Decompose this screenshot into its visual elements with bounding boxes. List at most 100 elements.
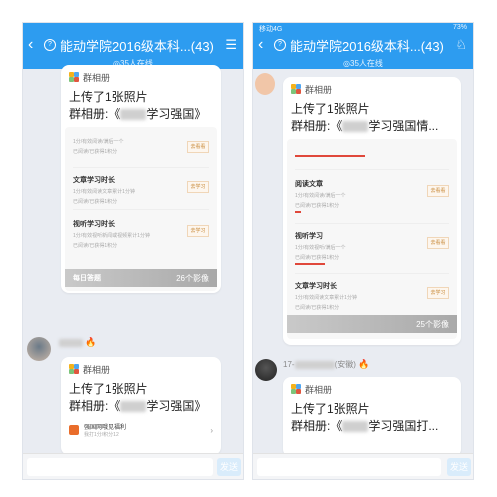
divider (295, 169, 449, 170)
album-icon (291, 84, 301, 94)
album-name-prefix: 群相册:《 (291, 119, 343, 133)
send-button[interactable]: 发送 (447, 458, 471, 476)
input-bar: 发送 (23, 453, 243, 479)
photo-thumbnail[interactable]: 1分/有效阅读/满后一个 已阅读/已获得1积分 去看看 文章学习时长 1分/有效… (65, 127, 217, 291)
menu-icon[interactable]: ☰ (223, 37, 237, 53)
redacted-name (59, 338, 83, 347)
task-button: 去看看 (427, 237, 449, 249)
redacted-text (120, 109, 147, 121)
avatar[interactable] (27, 337, 51, 361)
album-name-suffix: 学习强国打... (368, 419, 439, 433)
album-name-prefix: 群相册:《 (291, 419, 343, 433)
progress-bar (295, 263, 325, 265)
chat-title: 能动学院2016级本科...(43) (290, 38, 444, 54)
divider (295, 273, 449, 274)
message-input[interactable] (257, 458, 441, 476)
album-name: 群相册:《 学习强国情... (291, 118, 438, 134)
album-header: 群相册 (291, 81, 332, 97)
album-share-card[interactable]: 群相册 上传了1张照片 群相册:《 学习强国打... (283, 377, 461, 457)
divider (73, 167, 209, 168)
task-status: 已阅读/已获得1积分 (295, 203, 340, 209)
album-header: 群相册 (291, 381, 332, 397)
redacted-text (342, 421, 369, 433)
thumbnail-footer: 25个影像 (287, 315, 457, 333)
task-row: 阅读文章 1分/有效阅读/满后一个 已阅读/已获得1积分 去看看 (295, 179, 449, 209)
progress-bar (295, 211, 301, 213)
chat-header: ‹ ? 能动学院2016级本科...(43) ☰ ◎35人在线 (23, 23, 243, 69)
task-status: 已阅读/已获得1积分 (73, 243, 118, 249)
album-label: 群相册 (83, 72, 111, 83)
album-name: 群相册:《 学习强国》 (69, 106, 206, 122)
album-name: 群相册:《 学习强国》 (69, 398, 206, 414)
task-button: 去学习 (187, 181, 209, 193)
album-name-prefix: 群相册:《 (69, 107, 121, 121)
task-status: 已阅读/已获得1积分 (295, 305, 340, 311)
avatar[interactable] (255, 73, 275, 95)
task-status: 已阅读/已获得1积分 (73, 199, 118, 205)
right-phone-screen: 移动4G 73% ‹ ? 能动学院2016级本科...(43) ♘ ◎35人在线 (252, 22, 474, 480)
back-arrow-icon[interactable]: ‹ (28, 37, 42, 53)
album-header: 群相册 (69, 361, 110, 377)
task-title: 文章学习时长 (295, 281, 337, 290)
fire-icon: 🔥 (358, 359, 370, 369)
input-bar: 发送 (253, 453, 473, 479)
upload-message: 上传了1张照片 (291, 102, 370, 116)
album-header: 群相册 (69, 69, 110, 85)
album-name-suffix: 学习强国》 (146, 107, 207, 121)
album-name-suffix: 学习强国》 (146, 399, 207, 413)
preview-title: 强国网哦见福利 (84, 424, 127, 431)
album-share-card[interactable]: 群相册 上传了1张照片 群相册:《 学习强国》 强国网哦见福利 我打1分/积分12… (61, 357, 221, 455)
redacted-text (342, 121, 369, 133)
album-icon (69, 72, 79, 82)
task-desc: 1分/有效阅读/满后一个 (295, 193, 346, 199)
group-icon: ? (44, 39, 56, 51)
task-row: 视听学习时长 1分/有效视听新闻或视频累计1分钟 已阅读/已获得1积分 去学习 (73, 219, 209, 249)
sender-name: 17- (安徽) 🔥 (283, 359, 369, 370)
chat-header: 移动4G 73% ‹ ? 能动学院2016级本科...(43) ♘ ◎35人在线 (253, 23, 473, 69)
sender-name: 🔥 (59, 337, 96, 348)
thumbnail-footer: 每日答题 26个影像 (65, 269, 217, 287)
send-button[interactable]: 发送 (217, 458, 241, 476)
online-count: ◎35人在线 (343, 59, 383, 68)
task-row: 文章学习时长 1分/有效阅读文章累计1分钟 已阅读/已获得1积分 去学习 (295, 281, 449, 311)
task-button: 去学习 (187, 225, 209, 237)
image-count: 25个影像 (416, 320, 449, 329)
photo-thumbnail[interactable]: 阅读文章 1分/有效阅读/满后一个 已阅读/已获得1积分 去看看 视听学习 1分… (287, 139, 457, 339)
upload-message: 上传了1张照片 (69, 90, 148, 104)
message-input[interactable] (27, 458, 213, 476)
album-label: 群相册 (305, 384, 333, 395)
task-desc: 1分/有效视听/满后一个 (295, 245, 346, 251)
avatar[interactable] (255, 359, 277, 381)
album-name: 群相册:《 学习强国打... (291, 418, 438, 434)
divider (295, 223, 449, 224)
sender-location: (安徽) (334, 360, 356, 369)
album-label: 群相册 (83, 364, 111, 375)
upload-message: 上传了1张照片 (291, 402, 370, 416)
album-icon (291, 384, 301, 394)
divider (73, 209, 209, 210)
footer-label: 每日答题 (73, 275, 101, 282)
fire-icon: 🔥 (85, 337, 97, 347)
progress-bar (295, 155, 365, 157)
chat-title: 能动学院2016级本科...(43) (60, 38, 214, 54)
task-row: 文章学习时长 1分/有效阅读文章累计1分钟 已阅读/已获得1积分 去学习 (73, 175, 209, 205)
task-button: 去学习 (427, 287, 449, 299)
chevron-right-icon: › (210, 425, 213, 435)
left-phone-screen: ‹ ? 能动学院2016级本科...(43) ☰ ◎35人在线 群相册 上传了1… (22, 22, 244, 480)
task-status: 已阅读/已获得1积分 (295, 255, 340, 261)
redacted-text (120, 401, 147, 413)
album-share-card[interactable]: 群相册 上传了1张照片 群相册:《 学习强国》 1分/有效阅读/满后一个 已阅读/… (61, 65, 221, 293)
task-title: 阅读文章 (295, 179, 323, 188)
group-icon: ? (274, 39, 286, 51)
back-arrow-icon[interactable]: ‹ (258, 37, 272, 53)
task-title: 视听学习 (295, 231, 323, 240)
task-button: 去看看 (187, 141, 209, 153)
preview-sub: 我打1分/积分12 (84, 432, 119, 438)
album-icon (69, 364, 79, 374)
group-settings-icon[interactable]: ♘ (453, 37, 467, 53)
sender-name-prefix: 17- (283, 360, 295, 369)
image-count: 26个影像 (176, 274, 209, 283)
task-row: 1分/有效阅读/满后一个 已阅读/已获得1积分 去看看 (73, 135, 209, 161)
album-share-card[interactable]: 群相册 上传了1张照片 群相册:《 学习强国情... 阅读文章 1分/有效阅读/满… (283, 77, 461, 345)
upload-message: 上传了1张照片 (69, 382, 148, 396)
